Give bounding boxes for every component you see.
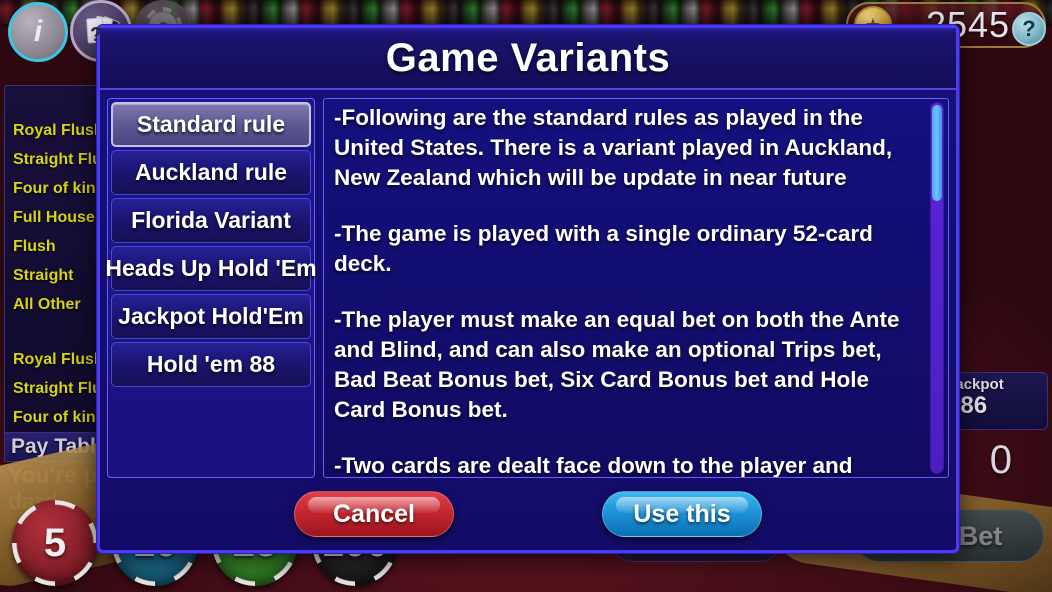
variant-button-heads-up-hold-em[interactable]: Heads Up Hold 'Em bbox=[105, 246, 317, 291]
rules-scrollbar[interactable] bbox=[930, 102, 944, 474]
rules-text: -Following are the standard rules as pla… bbox=[324, 99, 926, 477]
info-icon: i bbox=[33, 15, 43, 48]
variant-button-hold-em-88[interactable]: Hold 'em 88 bbox=[111, 342, 311, 387]
variant-button-florida-variant[interactable]: Florida Variant bbox=[111, 198, 311, 243]
game-variants-dialog: Game Variants Standard rule Auckland rul… bbox=[97, 25, 959, 553]
chip-5[interactable]: 5 bbox=[12, 500, 98, 586]
variant-button-jackpot-hold-em[interactable]: Jackpot Hold'Em bbox=[111, 294, 311, 339]
rules-paragraph: -Two cards are dealt face down to the pl… bbox=[334, 453, 853, 477]
rules-panel: -Following are the standard rules as pla… bbox=[323, 98, 949, 478]
variant-button-auckland-rule[interactable]: Auckland rule bbox=[111, 150, 311, 195]
rules-scrollbar-thumb[interactable] bbox=[932, 105, 942, 201]
dialog-footer: Cancel Use this bbox=[100, 478, 956, 550]
dialog-body: Standard rule Auckland rule Florida Vari… bbox=[100, 90, 956, 478]
rules-paragraph: -The player must make an equal bet on bo… bbox=[334, 307, 900, 422]
dialog-header: Game Variants bbox=[100, 28, 956, 90]
question-mark-icon: ? bbox=[90, 24, 103, 46]
dialog-title: Game Variants bbox=[385, 35, 671, 80]
jackpot-label: Jackpot bbox=[947, 376, 1004, 393]
rules-paragraph: -Following are the standard rules as pla… bbox=[334, 105, 893, 190]
cancel-button[interactable]: Cancel bbox=[294, 491, 454, 537]
chip-ring-icon bbox=[12, 500, 98, 586]
current-bet-value: 0 bbox=[989, 438, 1012, 482]
jackpot-help-button[interactable]: ? bbox=[1012, 12, 1046, 46]
jackpot-value: 586 bbox=[947, 392, 988, 419]
rules-paragraph: -The game is played with a single ordina… bbox=[334, 221, 873, 276]
variant-button-standard-rule[interactable]: Standard rule bbox=[111, 102, 311, 147]
use-this-button[interactable]: Use this bbox=[602, 491, 762, 537]
variant-list: Standard rule Auckland rule Florida Vari… bbox=[105, 98, 317, 478]
info-button[interactable]: i bbox=[8, 2, 68, 62]
